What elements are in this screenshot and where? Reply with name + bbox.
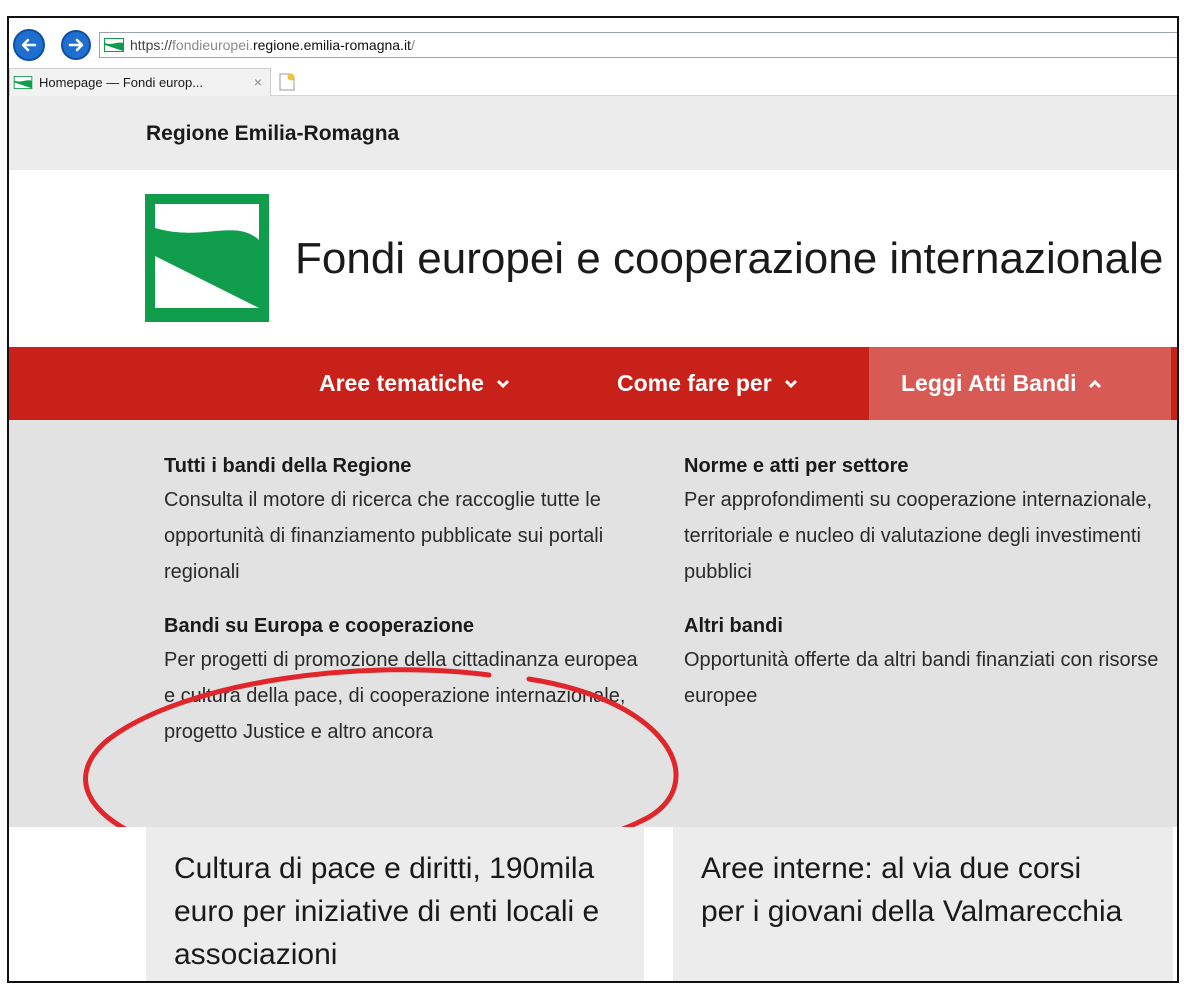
- dropdown-item-bandi-europa[interactable]: Bandi su Europa e cooperazione Per proge…: [164, 610, 654, 750]
- site-title: Fondi europei e cooperazione internazion…: [295, 234, 1164, 283]
- tab-title: Homepage — Fondi europ...: [39, 75, 204, 90]
- region-logo[interactable]: [145, 194, 269, 322]
- chevron-up-icon: [1088, 379, 1102, 389]
- menu-label: Leggi Atti Bandi: [901, 370, 1077, 396]
- arrow-right-icon: [68, 38, 84, 52]
- page-content: Regione Emilia-Romagna Fondi europei e c…: [9, 96, 1177, 981]
- url-path: /: [410, 37, 415, 53]
- address-bar[interactable]: https://fondieuropei. regione.emilia-roma…: [99, 32, 1177, 58]
- news-card[interactable]: Aree interne: al via due corsi per i gio…: [673, 827, 1173, 981]
- dropdown-item-tutti-i-bandi[interactable]: Tutti i bandi della Regione Consulta il …: [164, 450, 654, 590]
- dropdown-item-norme-e-atti[interactable]: Norme e atti per settore Per approfondim…: [684, 450, 1164, 590]
- news-section: Cultura di pace e diritti, 190mila euro …: [9, 827, 1177, 981]
- main-menu: Aree tematiche Come fare per Leggi Atti …: [9, 347, 1177, 420]
- url-subdomain: fondieuropei.: [172, 37, 253, 53]
- news-card-title[interactable]: Cultura di pace e diritti, 190mila euro …: [174, 847, 604, 976]
- chevron-down-icon: [496, 379, 510, 389]
- tab-homepage[interactable]: Homepage — Fondi europ... ×: [9, 68, 271, 96]
- tab-close-icon[interactable]: ×: [254, 74, 262, 90]
- screenshot-frame: https://fondieuropei. regione.emilia-roma…: [0, 0, 1184, 987]
- browser-toolbar: https://fondieuropei. regione.emilia-roma…: [9, 18, 1177, 68]
- dropdown-item-description: Per approfondimenti su cooperazione inte…: [684, 489, 1153, 583]
- tab-bar: Homepage — Fondi europ... ×: [9, 68, 1177, 96]
- url-scheme: https://: [130, 37, 173, 53]
- menu-label: Come fare per: [617, 370, 772, 396]
- dropdown-item-description: Consulta il motore di ricerca che raccog…: [164, 489, 604, 583]
- menu-come-fare-per[interactable]: Come fare per: [617, 347, 798, 420]
- menu-label: Aree tematiche: [319, 370, 484, 396]
- dropdown-item-altri-bandi[interactable]: Altri bandi Opportunità offerte da altri…: [684, 610, 1164, 714]
- chevron-down-icon: [784, 379, 798, 389]
- menu-aree-tematiche[interactable]: Aree tematiche: [319, 347, 510, 420]
- site-favicon-icon: [104, 38, 124, 52]
- forward-button[interactable]: [61, 30, 91, 60]
- news-card[interactable]: Cultura di pace e diritti, 190mila euro …: [146, 827, 644, 981]
- back-button[interactable]: [13, 29, 45, 61]
- menu-edge: [1171, 347, 1177, 420]
- arrow-left-icon: [21, 38, 37, 52]
- dropdown-item-title[interactable]: Norme e atti per settore: [684, 450, 1164, 482]
- browser-window: https://fondieuropei. regione.emilia-roma…: [9, 18, 1177, 981]
- new-tab-icon[interactable]: [277, 72, 297, 92]
- region-top-bar: Regione Emilia-Romagna: [9, 96, 1177, 170]
- url-domain: regione.emilia-romagna.it: [252, 37, 411, 53]
- site-header: Fondi europei e cooperazione internazion…: [9, 170, 1177, 347]
- dropdown-item-title[interactable]: Bandi su Europa e cooperazione: [164, 610, 654, 642]
- dropdown-panel: Tutti i bandi della Regione Consulta il …: [9, 420, 1177, 827]
- news-card-title[interactable]: Aree interne: al via due corsi per i gio…: [701, 847, 1131, 933]
- dropdown-item-title[interactable]: Tutti i bandi della Regione: [164, 450, 654, 482]
- region-name-link[interactable]: Regione Emilia-Romagna: [146, 122, 399, 146]
- tab-favicon-icon: [13, 76, 33, 89]
- dropdown-item-description: Opportunità offerte da altri bandi finan…: [684, 649, 1159, 707]
- menu-leggi-atti-bandi[interactable]: Leggi Atti Bandi: [869, 347, 1171, 420]
- dropdown-item-description: Per progetti di promozione della cittadi…: [164, 649, 638, 743]
- dropdown-item-title[interactable]: Altri bandi: [684, 610, 1164, 642]
